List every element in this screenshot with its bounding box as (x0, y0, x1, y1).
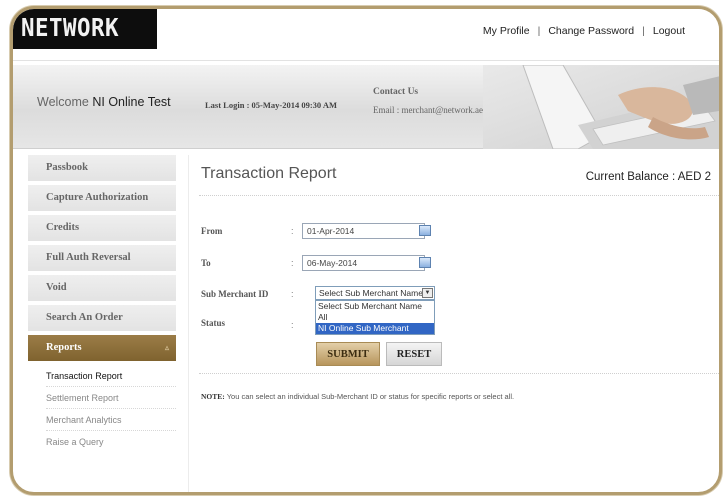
last-login: Last Login : 05-May-2014 09:30 AM (205, 100, 337, 110)
dropdown-option-highlighted[interactable]: NI Online Sub Merchant (316, 323, 434, 334)
sidebar-item-search-an-order[interactable]: Search An Order (28, 305, 176, 331)
sidebar-item-void[interactable]: Void (28, 275, 176, 301)
logo-text: NETWORK (21, 13, 119, 42)
dropdown-option[interactable]: All (316, 312, 434, 323)
laptop-banner-image (483, 65, 719, 149)
from-date-field[interactable]: 01-Apr-2014 (302, 223, 425, 239)
sidebar-item-capture-authorization[interactable]: Capture Authorization (28, 185, 176, 211)
submenu-settlement-report[interactable]: Settlement Report (46, 387, 176, 409)
note-label: NOTE: (201, 392, 225, 401)
dropdown-option[interactable]: Select Sub Merchant Name (316, 301, 434, 312)
note-text: NOTE: You can select an individual Sub-M… (201, 392, 514, 401)
submit-button[interactable]: SUBMIT (316, 342, 380, 366)
main-content: Transaction Report Current Balance : AED… (188, 155, 719, 492)
submenu-transaction-report[interactable]: Transaction Report (46, 365, 176, 387)
sidebar-item-passbook[interactable]: Passbook (28, 155, 176, 181)
sub-merchant-colon: : (291, 289, 294, 299)
contact-info: Contact Us Email : merchant@network.ae (373, 87, 483, 115)
to-colon: : (291, 258, 294, 268)
logout-link[interactable]: Logout (645, 25, 693, 37)
sidebar: Passbook Capture Authorization Credits F… (28, 155, 176, 453)
from-colon: : (291, 226, 294, 236)
top-nav: My Profile | Change Password | Logout (475, 25, 693, 37)
status-label: Status (201, 318, 226, 328)
chevron-down-icon[interactable]: ▼ (422, 288, 433, 298)
contact-email: Email : merchant@network.ae (373, 105, 483, 115)
sidebar-item-full-auth-reversal[interactable]: Full Auth Reversal (28, 245, 176, 271)
to-calendar-icon[interactable] (419, 257, 431, 268)
note-body: You can select an individual Sub-Merchan… (224, 392, 515, 401)
from-calendar-icon[interactable] (419, 225, 431, 236)
header: NETWORK My Profile | Change Password | L… (13, 9, 719, 61)
to-label: To (201, 258, 211, 268)
user-name: NI Online Test (92, 95, 171, 109)
expand-arrow-icon: ▵ (164, 343, 169, 352)
sub-merchant-selected: Select Sub Merchant Name (319, 288, 423, 298)
app-frame: NETWORK My Profile | Change Password | L… (10, 6, 722, 495)
welcome-text: Welcome NI Online Test (37, 95, 171, 109)
divider (199, 373, 719, 374)
change-password-link[interactable]: Change Password (540, 25, 642, 37)
my-profile-link[interactable]: My Profile (475, 25, 538, 37)
current-balance: Current Balance : AED 2 (585, 171, 711, 183)
sidebar-item-reports-label: Reports (46, 342, 82, 353)
sidebar-item-credits[interactable]: Credits (28, 215, 176, 241)
submenu-merchant-analytics[interactable]: Merchant Analytics (46, 409, 176, 431)
from-label: From (201, 226, 223, 236)
welcome-banner: Welcome NI Online Test Last Login : 05-M… (13, 65, 719, 149)
divider (199, 195, 719, 196)
reset-button[interactable]: RESET (386, 342, 442, 366)
submenu-raise-a-query[interactable]: Raise a Query (46, 431, 176, 453)
sub-merchant-dropdown: Select Sub Merchant Name All NI Online S… (315, 300, 435, 335)
contact-title: Contact Us (373, 87, 419, 97)
logo: NETWORK (13, 9, 157, 49)
to-date-field[interactable]: 06-May-2014 (302, 255, 425, 271)
sidebar-item-reports[interactable]: Reports ▵ (28, 335, 176, 361)
status-colon: : (291, 320, 294, 330)
page-title: Transaction Report (201, 165, 337, 182)
welcome-prefix: Welcome (37, 95, 89, 109)
sub-merchant-label: Sub Merchant ID (201, 289, 269, 299)
sub-merchant-select[interactable]: Select Sub Merchant Name ▼ (315, 286, 435, 300)
